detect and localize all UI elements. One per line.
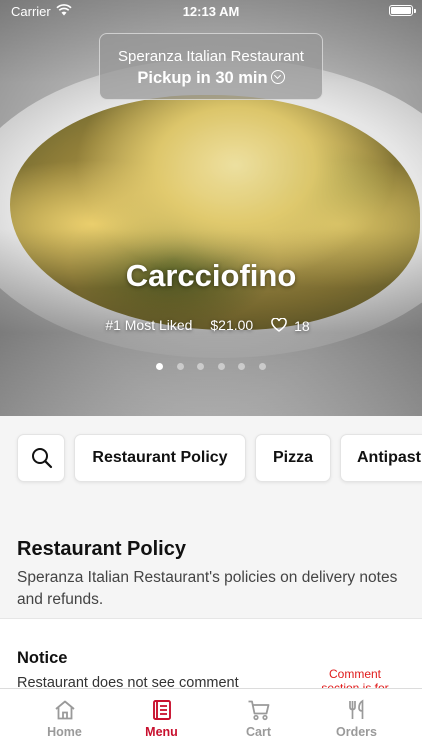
restaurant-policy-section: Restaurant Policy Speranza Italian Resta…	[0, 500, 422, 618]
carousel-dot[interactable]	[258, 363, 266, 370]
battery-icon	[389, 5, 416, 16]
most-liked-badge: #1 Most Liked	[105, 317, 193, 334]
carousel-dot[interactable]	[238, 363, 246, 370]
carousel-dot[interactable]	[197, 363, 205, 370]
featured-dish-meta: #1 Most Liked $21.00 18	[0, 316, 422, 334]
featured-hero[interactable]: Carrier 12:13 AM Speranza Italian Restau…	[0, 0, 422, 416]
notice-side-note: Comment section is for	[321, 667, 389, 690]
chevron-down-circle-icon	[270, 70, 285, 84]
category-bar: Restaurant Policy Pizza Antipasti	[0, 416, 422, 500]
menu-icon	[152, 700, 171, 720]
heart-icon	[271, 317, 287, 332]
carousel-dots[interactable]	[0, 357, 422, 375]
home-icon	[54, 700, 75, 720]
search-icon	[32, 448, 53, 469]
tab-cart[interactable]: Cart	[206, 689, 311, 750]
search-button[interactable]	[17, 434, 65, 482]
section-description: Speranza Italian Restaurant's policies o…	[17, 569, 398, 608]
cart-icon	[248, 700, 269, 721]
carousel-dot[interactable]	[156, 363, 164, 370]
dish-price: $21.00	[210, 317, 254, 334]
utensils-icon	[348, 699, 363, 719]
tab-home-label: Home	[47, 725, 82, 739]
section-title: Restaurant Policy	[17, 538, 186, 560]
notice-item[interactable]: Notice Restaurant does not see comment C…	[0, 618, 422, 690]
tab-cart-label: Cart	[245, 725, 271, 739]
pickup-eta: Pickup in 30 min	[137, 69, 268, 87]
carousel-dot[interactable]	[176, 363, 184, 370]
category-chip-antipasti[interactable]: Antipasti	[340, 434, 422, 482]
category-chip-pizza[interactable]: Pizza	[255, 434, 331, 482]
tab-orders-label: Orders	[336, 725, 377, 739]
tab-menu[interactable]: Menu	[109, 689, 214, 750]
status-time: 12:13 AM	[182, 4, 240, 19]
tab-bar: Home Menu Cart Orders	[0, 688, 422, 750]
featured-dish-title: Carcciofino	[125, 258, 297, 293]
pickup-selector[interactable]: Speranza Italian Restaurant Pickup in 30…	[99, 33, 323, 100]
tab-orders[interactable]: Orders	[304, 689, 409, 750]
tab-home[interactable]: Home	[12, 689, 117, 750]
status-bar: Carrier 12:13 AM	[0, 0, 422, 22]
carousel-dot[interactable]	[217, 363, 225, 370]
restaurant-name: Speranza Italian Restaurant	[118, 48, 304, 65]
notice-title: Notice	[17, 649, 68, 667]
tab-menu-label: Menu	[145, 725, 178, 739]
category-chip-restaurant-policy[interactable]: Restaurant Policy	[74, 434, 246, 482]
like-count: 18	[294, 317, 310, 334]
